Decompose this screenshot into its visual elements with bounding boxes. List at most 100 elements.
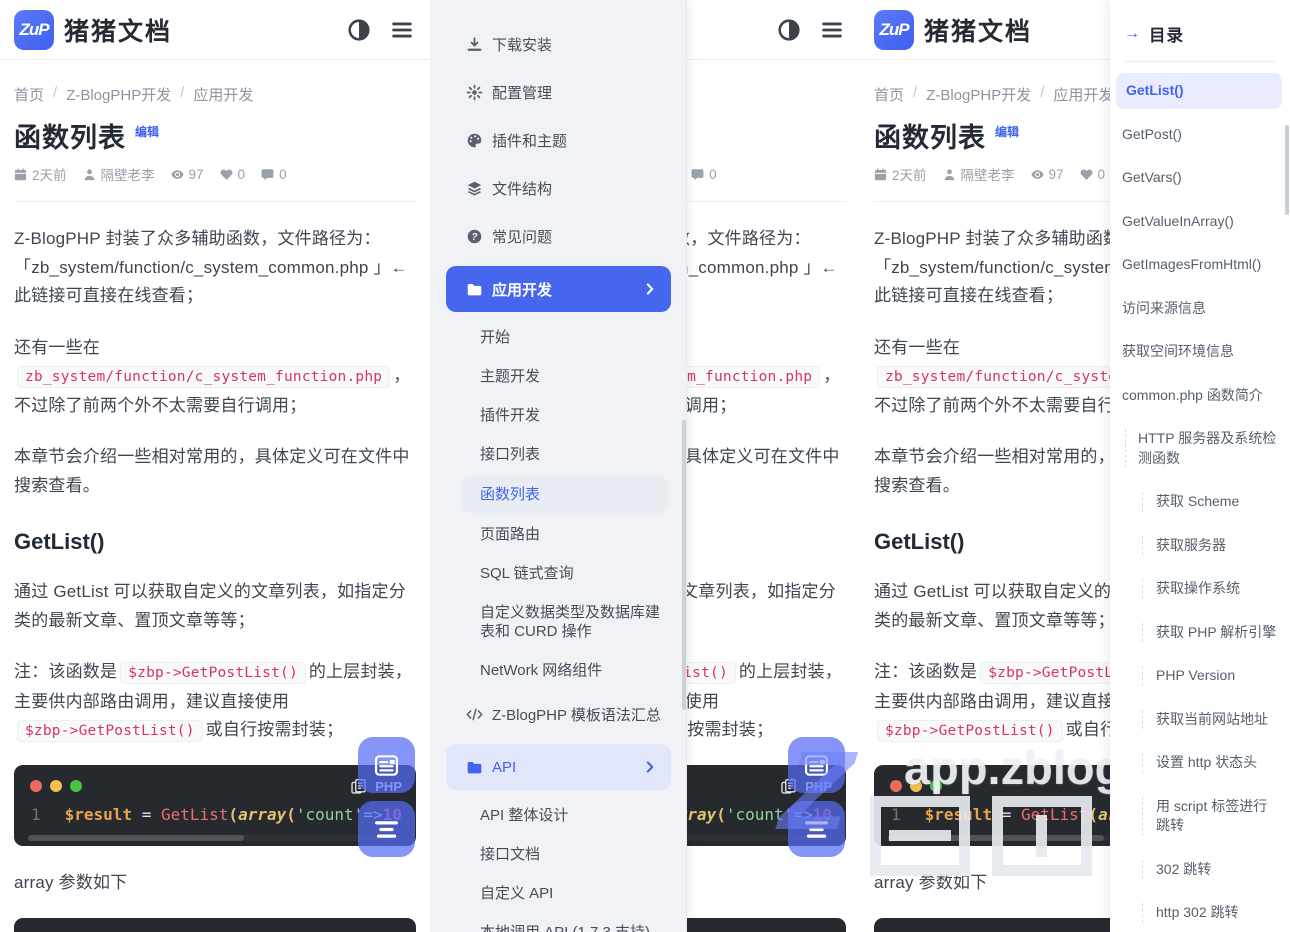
code-line: 1 $result = GetList(array('count'=>10 (14, 795, 416, 826)
drawer-item[interactable]: 页面路由 (430, 515, 687, 554)
toc-item[interactable]: GetValueInArray() (1122, 212, 1278, 232)
drawer-item[interactable]: 接口文档 (430, 835, 687, 874)
toc-item[interactable]: 访问来源信息 (1122, 299, 1278, 319)
drawer-item[interactable]: API 整体设计 (430, 796, 687, 835)
outline-button[interactable] (788, 801, 845, 857)
drawer-item[interactable]: ? 常见问题 (430, 212, 687, 260)
drawer-item[interactable]: SQL 链式查询 (430, 554, 687, 593)
dark-mode-toggle-icon[interactable] (777, 18, 801, 42)
drawer-scrollbar-track (686, 0, 687, 932)
code-scrollbar-thumb[interactable] (28, 835, 244, 841)
capture-button[interactable] (358, 737, 415, 793)
drawer-item-label: 常见问题 (492, 226, 552, 247)
code-block-header: PHP (14, 918, 416, 932)
meta-comments[interactable]: 0 (261, 167, 287, 182)
outline-icon (803, 816, 830, 843)
toc-item[interactable]: GetPost() (1122, 125, 1278, 145)
toc-item[interactable]: GetVars() (1122, 168, 1278, 188)
drawer-item-label: 接口文档 (480, 846, 540, 863)
toc-item[interactable]: PHP Version (1142, 666, 1278, 686)
code-icon (466, 706, 483, 723)
drawer-item[interactable]: 插件开发 (430, 396, 687, 435)
breadcrumb-separator: / (53, 84, 57, 105)
breadcrumb-zblogphp-dev[interactable]: Z-BlogPHP开发 (926, 84, 1031, 105)
outline-button[interactable] (358, 801, 415, 857)
drawer-item[interactable]: 下载安装 (430, 20, 687, 68)
code-block-header: PHP (14, 765, 416, 795)
toc-item[interactable]: 设置 http 状态头 (1142, 753, 1278, 773)
meta-author: 隔壁老李 (83, 164, 155, 184)
edit-link[interactable]: 编辑 (135, 125, 159, 139)
question-icon: ? (466, 228, 483, 245)
folder-icon (466, 281, 483, 298)
heart-icon (220, 168, 233, 181)
drawer-item[interactable]: 开始 (430, 318, 687, 357)
drawer-item[interactable]: 函数列表 (461, 476, 668, 513)
toc-scrollbar-thumb[interactable] (1285, 125, 1289, 215)
drawer-item[interactable]: 配置管理 (430, 68, 687, 116)
heart-icon (1080, 168, 1093, 181)
toc-item[interactable]: 获取操作系统 (1142, 579, 1278, 599)
capture-icon (373, 752, 400, 779)
code-scrollbar-thumb[interactable] (888, 835, 1104, 841)
toc-item[interactable]: 用 script 标签进行跳转 (1142, 797, 1278, 836)
toc-item[interactable]: common.php 函数简介 (1122, 386, 1278, 406)
drawer-item[interactable]: 主题开发 (430, 357, 687, 396)
site-logo[interactable]: ZuP 猪猪文档 (14, 10, 172, 50)
composite-screenshot: ZuP 猪猪文档 首页 / Z-BlogPHP开发 / 应用开发 函数列表编辑 … (0, 0, 1290, 932)
drawer-item[interactable]: 自定义 API (430, 874, 687, 913)
drawer-item-label: Z-BlogPHP 模板语法汇总 (492, 704, 661, 725)
drawer-group-item[interactable]: API (446, 744, 671, 790)
drawer-item-label: 下载安装 (492, 34, 552, 55)
drawer-group-item[interactable]: 应用开发 (446, 266, 671, 312)
toc-item[interactable]: http 302 跳转 (1142, 903, 1278, 923)
toc-item-active[interactable]: GetList() (1116, 73, 1282, 109)
meta-comments[interactable]: 0 (691, 167, 717, 182)
breadcrumb-separator: / (913, 84, 917, 105)
floating-actions (358, 737, 415, 857)
edit-link[interactable]: 编辑 (995, 125, 1019, 139)
toc-item[interactable]: 获取 Scheme (1142, 492, 1278, 512)
menu-toggle-icon[interactable] (390, 18, 414, 42)
drawer-item[interactable]: 插件和主题 (430, 116, 687, 164)
meta-likes[interactable]: 0 (220, 167, 246, 182)
toc-item[interactable]: 获取 PHP 解析引擎 (1142, 623, 1278, 643)
drawer-item-label: 函数列表 (480, 486, 540, 503)
breadcrumb-home[interactable]: 首页 (874, 84, 904, 105)
toc-item[interactable]: 获取空间环境信息 (1122, 342, 1278, 362)
site-logo[interactable]: ZuP 猪猪文档 (874, 10, 1032, 50)
breadcrumb-zblogphp-dev[interactable]: Z-BlogPHP开发 (66, 84, 171, 105)
dark-mode-toggle-icon[interactable] (347, 18, 371, 42)
paragraph-more: 还有一些在zb_system/function/c_system_functio… (14, 334, 416, 421)
toc-item[interactable]: 302 跳转 (1142, 860, 1278, 880)
drawer-item-label: API 整体设计 (480, 807, 568, 824)
breadcrumb-home[interactable]: 首页 (14, 84, 44, 105)
breadcrumb-app-dev[interactable]: 应用开发 (1053, 84, 1113, 105)
drawer-item[interactable]: 自定义数据类型及数据库建表和 CURD 操作 (430, 593, 687, 651)
toc-item[interactable]: HTTP 服务器及系统检测函数 (1125, 429, 1278, 468)
calendar-icon (874, 168, 887, 181)
logo-icon: ZuP (874, 10, 914, 50)
drawer-item[interactable]: 本地调用 API (1.7.3 支持) (430, 913, 687, 932)
drawer-scrollbar-thumb[interactable] (682, 420, 686, 710)
meta-views: 97 (1031, 167, 1064, 182)
toc-item[interactable]: GetImagesFromHtml() (1122, 255, 1278, 275)
drawer-item[interactable]: Z-BlogPHP 模板语法汇总 (430, 690, 687, 738)
comment-icon (261, 168, 274, 181)
drawer-item-label: 文件结构 (492, 178, 552, 199)
toc-item[interactable]: 获取当前网站地址 (1142, 710, 1278, 730)
menu-toggle-icon[interactable] (820, 18, 844, 42)
nav-drawer-list: 下载安装配置管理插件和主题文件结构? 常见问题应用开发开始主题开发插件开发接口列表… (430, 20, 687, 932)
paragraph-getlist-note: 注：该函数是$zbp->GetPostList()的上层封装，主要供内部路由调用… (14, 658, 416, 746)
meta-likes[interactable]: 0 (1080, 167, 1106, 182)
drawer-item-label: 页面路由 (480, 526, 540, 543)
drawer-item[interactable]: NetWork 网络组件 (430, 651, 687, 690)
drawer-item[interactable]: 文件结构 (430, 164, 687, 212)
window-dot-yellow (50, 780, 62, 792)
paragraph-note: 本章节会介绍一些相对常用的，具体定义可在文件中搜索查看。 (14, 443, 416, 500)
inline-code-path: zb_system/function/c_system_function.php (17, 366, 390, 388)
capture-button[interactable] (788, 737, 845, 793)
drawer-item[interactable]: 接口列表 (430, 435, 687, 474)
breadcrumb-app-dev[interactable]: 应用开发 (193, 84, 253, 105)
toc-item[interactable]: 获取服务器 (1142, 536, 1278, 556)
